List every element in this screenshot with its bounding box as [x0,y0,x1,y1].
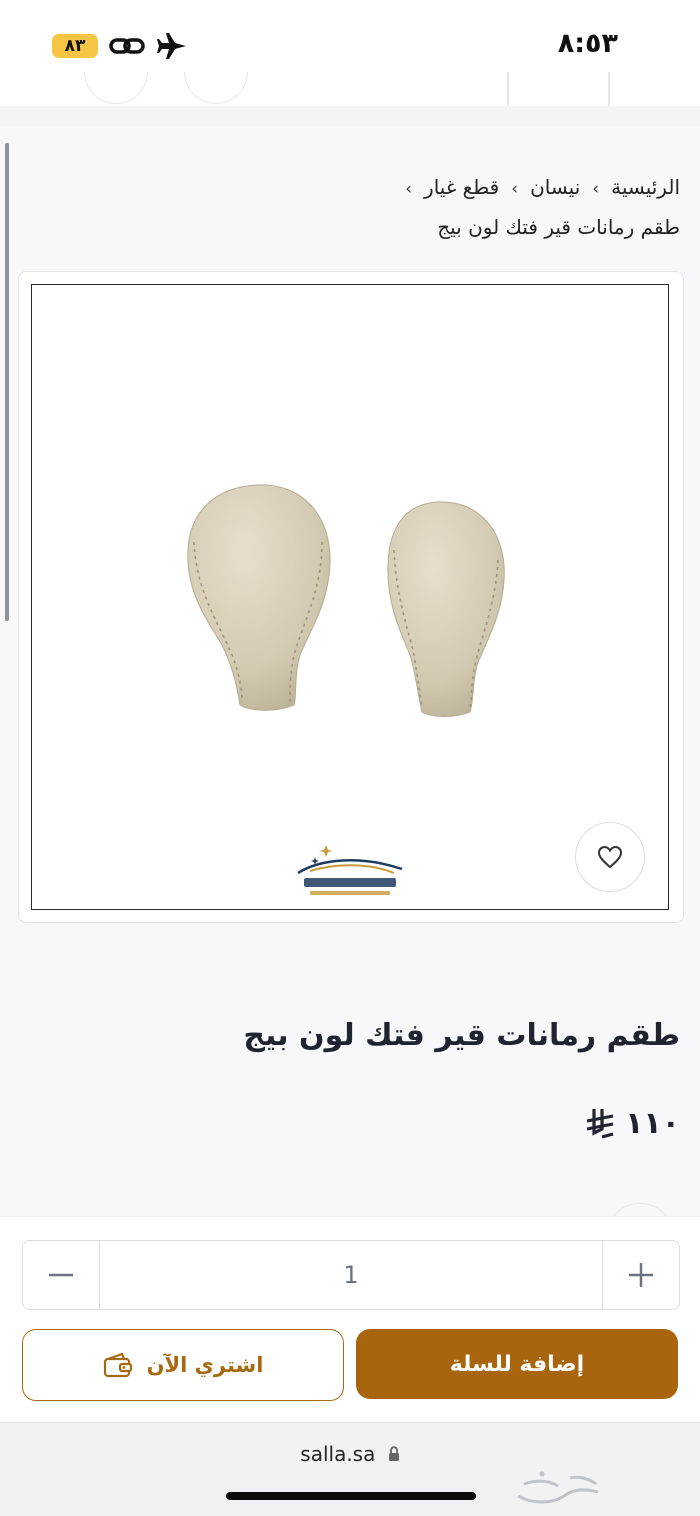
add-to-cart-button[interactable]: إضافة للسلة [356,1329,678,1399]
heart-icon [597,845,623,869]
header-divider [507,72,509,106]
status-time: ٨:٥٣ [557,28,618,59]
chevron-left-icon: › [511,179,519,199]
add-to-cart-label: إضافة للسلة [449,1351,585,1377]
quantity-input[interactable]: 1 [101,1241,601,1309]
breadcrumb-current: طقم رمانات قير فتك لون بيج [437,215,680,239]
haraj-watermark [517,1471,599,1504]
breadcrumb: الرئيسية › نيسان › قطع غيار › طقم رمانات قير ف… [120,168,680,246]
product-image[interactable] [31,284,669,910]
product-title: طقم رمانات قير فتك لون بيج [243,1018,680,1054]
wallet-icon [103,1352,132,1378]
breadcrumb-spare-parts[interactable]: قطع غيار [424,175,499,199]
home-indicator [226,1492,476,1500]
gear-knobs-illustration [187,484,505,717]
plus-icon [629,1263,653,1287]
wishlist-button[interactable] [575,822,645,892]
minus-icon [49,1273,73,1277]
battery-indicator: ٨٣ [52,34,98,58]
increase-quantity-button[interactable] [602,1241,679,1309]
url-text: salla.sa [300,1442,376,1466]
lock-icon [388,1446,399,1461]
saudi-riyal-icon [586,1108,614,1138]
url-bar[interactable]: salla.sa [0,1442,700,1466]
chevron-left-icon: › [592,179,600,199]
buy-now-button[interactable]: اشتري الآن [22,1329,344,1401]
product-price: ١١٠ [585,1106,680,1141]
header-divider [608,72,610,106]
link-icon [109,38,145,54]
quantity-stepper: 1 [22,1240,680,1310]
buy-now-label: اشتري الآن [146,1353,264,1377]
brand-logo [297,845,403,895]
breadcrumb-home[interactable]: الرئيسية [611,175,680,199]
product-image-card [18,271,684,923]
airplane-icon [157,33,186,59]
price-value: ١١٠ [625,1106,680,1141]
chevron-left-icon: › [405,179,413,199]
scrollbar[interactable] [5,143,9,621]
decrease-quantity-button[interactable] [23,1241,100,1309]
header-separator [0,106,700,126]
breadcrumb-nissan[interactable]: نيسان [530,175,580,199]
